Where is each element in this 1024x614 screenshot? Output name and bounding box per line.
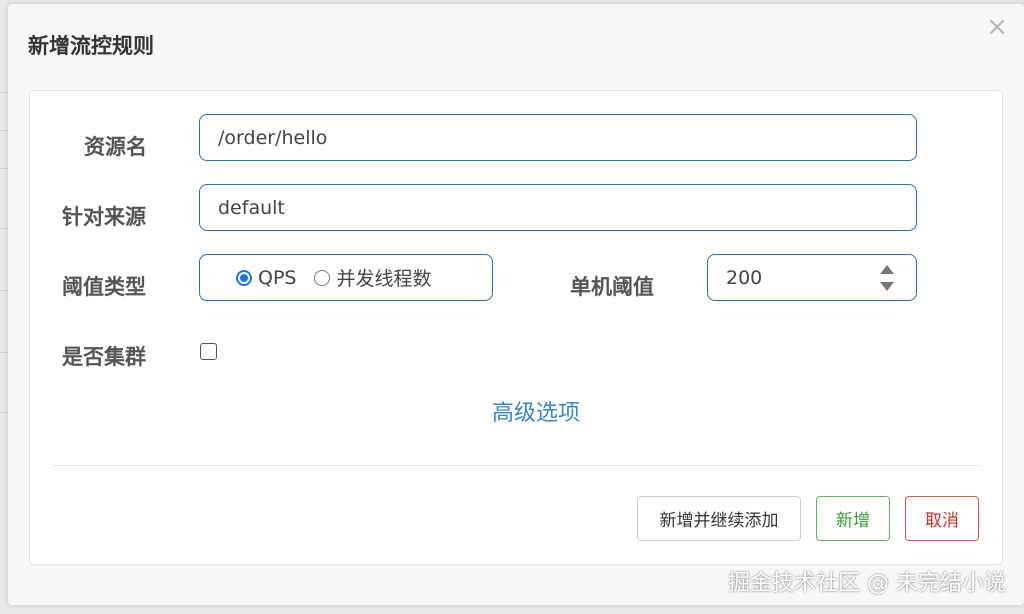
thread-count-radio-label[interactable]: 并发线程数 <box>336 264 431 291</box>
watermark: 掘金技术社区 @ 未完结小说 <box>728 571 1006 596</box>
qps-radio-label[interactable]: QPS <box>258 267 296 289</box>
dialog-title: 新增流控规则 <box>28 34 154 58</box>
cluster-mode-checkbox[interactable] <box>200 343 217 360</box>
add-button[interactable]: 新增 <box>816 496 890 541</box>
resource-name-input[interactable] <box>200 115 916 160</box>
single-threshold-label: 单机阈值 <box>570 275 654 299</box>
resource-name-label: 资源名 <box>84 135 147 159</box>
add-and-continue-button[interactable]: 新增并继续添加 <box>637 496 801 541</box>
stepper-down-icon[interactable] <box>880 282 894 291</box>
single-threshold-field[interactable] <box>707 254 917 301</box>
flow-rule-dialog: 新增流控规则 × 资源名 针对来源 阈值类型 QPS 并发线程数 单机阈值 是否… <box>8 4 1024 605</box>
limit-app-field[interactable] <box>199 184 917 231</box>
limit-app-label: 针对来源 <box>62 205 146 229</box>
qps-radio[interactable] <box>236 269 252 286</box>
stepper-up-icon[interactable] <box>880 265 894 274</box>
close-icon[interactable]: × <box>986 14 1008 40</box>
limit-app-input[interactable] <box>200 185 916 230</box>
resource-name-field[interactable] <box>199 114 917 161</box>
cluster-mode-label: 是否集群 <box>62 345 146 369</box>
thread-count-radio[interactable] <box>314 269 331 286</box>
number-stepper[interactable] <box>880 264 894 292</box>
form-panel: 资源名 针对来源 阈值类型 QPS 并发线程数 单机阈值 是否集群 高级选项 新 <box>29 90 1003 565</box>
cancel-button[interactable]: 取消 <box>905 496 979 541</box>
background-page-edge <box>0 0 8 614</box>
threshold-type-radio-group: QPS 并发线程数 <box>199 254 493 301</box>
threshold-type-label: 阈值类型 <box>62 275 146 299</box>
advanced-options-link[interactable]: 高级选项 <box>492 395 580 427</box>
footer-divider <box>52 465 979 466</box>
